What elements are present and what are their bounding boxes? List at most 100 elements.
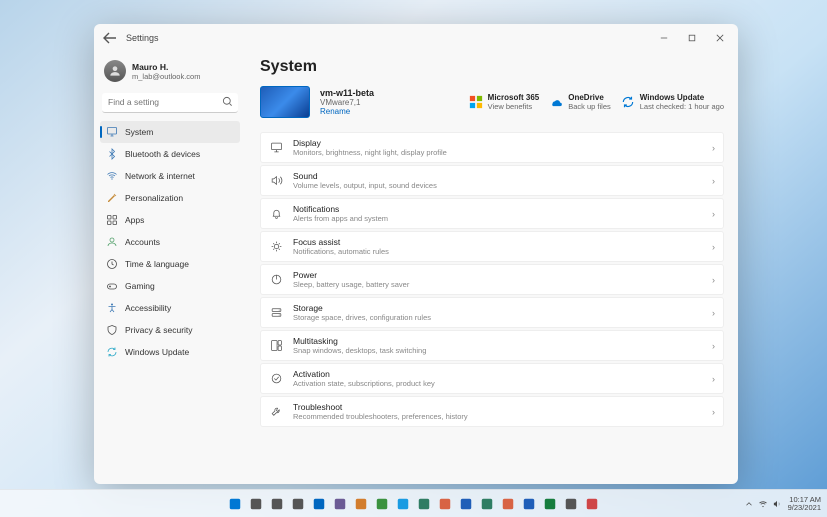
settings-row-notifications[interactable]: NotificationsAlerts from apps and system… xyxy=(260,198,724,229)
sidebar-item-apps[interactable]: Apps xyxy=(100,209,240,231)
accessibility-icon xyxy=(106,302,118,314)
sidebar-item-label: Bluetooth & devices xyxy=(125,149,200,159)
gaming-icon xyxy=(106,280,118,292)
user-name: Mauro H. xyxy=(132,62,200,72)
chevron-right-icon: › xyxy=(712,308,715,318)
sidebar-item-label: Personalization xyxy=(125,193,183,203)
sidebar-item-update[interactable]: Windows Update xyxy=(100,341,240,363)
taskbar-edge-icon[interactable] xyxy=(394,495,412,513)
bluetooth-icon xyxy=(106,148,118,160)
power-icon xyxy=(269,273,283,287)
sidebar-item-personalization[interactable]: Personalization xyxy=(100,187,240,209)
search-icon xyxy=(222,96,233,107)
sidebar-item-label: Gaming xyxy=(125,281,155,291)
user-card[interactable]: Mauro H. m_lab@outlook.com xyxy=(100,56,240,92)
user-email: m_lab@outlook.com xyxy=(132,72,200,81)
taskbar-app-icon[interactable] xyxy=(373,495,391,513)
sidebar: Mauro H. m_lab@outlook.com System Bluetoo… xyxy=(94,52,246,484)
taskbar-app-icon[interactable] xyxy=(499,495,517,513)
hero-tile-m365[interactable]: Microsoft 365View benefits xyxy=(469,93,540,111)
sidebar-item-accessibility[interactable]: Accessibility xyxy=(100,297,240,319)
taskbar-app-icon[interactable] xyxy=(415,495,433,513)
sidebar-item-label: Windows Update xyxy=(125,347,189,357)
sidebar-item-time[interactable]: Time & language xyxy=(100,253,240,275)
network-icon xyxy=(106,170,118,182)
privacy-icon xyxy=(106,324,118,336)
settings-window: Settings Mauro H. m_lab@outlook.com xyxy=(94,24,738,484)
settings-row-sound[interactable]: SoundVolume levels, output, input, sound… xyxy=(260,165,724,196)
taskbar-start-icon[interactable] xyxy=(226,495,244,513)
taskbar-app-icon[interactable] xyxy=(520,495,538,513)
settings-row-activation[interactable]: ActivationActivation state, subscription… xyxy=(260,363,724,394)
sidebar-item-label: Privacy & security xyxy=(125,325,193,335)
taskbar-store-icon[interactable] xyxy=(436,495,454,513)
clock[interactable]: 10:17 AM 9/23/2021 xyxy=(788,496,821,511)
sidebar-item-system[interactable]: System xyxy=(100,121,240,143)
sidebar-item-label: Network & internet xyxy=(125,171,195,181)
storage-icon xyxy=(269,306,283,320)
device-hero: vm-w11-beta VMware7,1 Rename Microsoft 3… xyxy=(260,86,724,118)
sidebar-item-network[interactable]: Network & internet xyxy=(100,165,240,187)
multitask-icon xyxy=(269,339,283,353)
taskbar-app-icon[interactable] xyxy=(541,495,559,513)
close-button[interactable] xyxy=(706,27,734,49)
taskbar: 10:17 AM 9/23/2021 xyxy=(0,489,827,517)
rename-link[interactable]: Rename xyxy=(320,107,374,116)
taskbar-app-icon[interactable] xyxy=(562,495,580,513)
update-icon xyxy=(106,346,118,358)
chevron-right-icon: › xyxy=(712,209,715,219)
titlebar: Settings xyxy=(94,24,738,52)
avatar xyxy=(104,60,126,82)
sidebar-item-gaming[interactable]: Gaming xyxy=(100,275,240,297)
sidebar-item-label: Apps xyxy=(125,215,144,225)
settings-row-focus[interactable]: Focus assistNotifications, automatic rul… xyxy=(260,231,724,262)
sidebar-item-accounts[interactable]: Accounts xyxy=(100,231,240,253)
taskbar-app-icon[interactable] xyxy=(457,495,475,513)
taskbar-widgets-icon[interactable] xyxy=(289,495,307,513)
chevron-up-icon xyxy=(744,499,754,509)
sound-icon xyxy=(269,174,283,188)
sidebar-item-label: Accessibility xyxy=(125,303,171,313)
settings-row-troubleshoot[interactable]: TroubleshootRecommended troubleshooters,… xyxy=(260,396,724,427)
minimize-button[interactable] xyxy=(650,27,678,49)
sidebar-item-label: System xyxy=(125,127,153,137)
settings-list: DisplayMonitors, brightness, night light… xyxy=(260,132,724,427)
taskbar-app-icon[interactable] xyxy=(352,495,370,513)
settings-row-power[interactable]: PowerSleep, battery usage, battery saver… xyxy=(260,264,724,295)
taskbar-app-icon[interactable] xyxy=(478,495,496,513)
chevron-right-icon: › xyxy=(712,341,715,351)
device-name: vm-w11-beta xyxy=(320,88,374,98)
chevron-right-icon: › xyxy=(712,176,715,186)
maximize-button[interactable] xyxy=(678,27,706,49)
settings-row-storage[interactable]: StorageStorage space, drives, configurat… xyxy=(260,297,724,328)
taskbar-explorer-icon[interactable] xyxy=(310,495,328,513)
chevron-right-icon: › xyxy=(712,407,715,417)
search-box[interactable] xyxy=(102,92,238,113)
back-button[interactable] xyxy=(102,30,118,46)
sidebar-item-bluetooth[interactable]: Bluetooth & devices xyxy=(100,143,240,165)
search-input[interactable] xyxy=(102,93,238,113)
chevron-right-icon: › xyxy=(712,143,715,153)
hero-tile-winupdate[interactable]: Windows UpdateLast checked: 1 hour ago xyxy=(621,93,724,111)
personalization-icon xyxy=(106,192,118,204)
system-tray[interactable] xyxy=(744,499,782,509)
taskbar-taskview-icon[interactable] xyxy=(268,495,286,513)
system-icon xyxy=(106,126,118,138)
sidebar-nav: System Bluetooth & devices Network & inter… xyxy=(100,121,240,363)
wallpaper-thumbnail[interactable] xyxy=(260,86,310,118)
window-title: Settings xyxy=(126,33,159,43)
settings-row-display[interactable]: DisplayMonitors, brightness, night light… xyxy=(260,132,724,163)
focus-icon xyxy=(269,240,283,254)
sidebar-item-privacy[interactable]: Privacy & security xyxy=(100,319,240,341)
hero-tile-onedrive[interactable]: OneDriveBack up files xyxy=(549,93,611,111)
network-tray-icon xyxy=(758,499,768,509)
taskbar-search-icon[interactable] xyxy=(247,495,265,513)
settings-row-multitask[interactable]: MultitaskingSnap windows, desktops, task… xyxy=(260,330,724,361)
troubleshoot-icon xyxy=(269,405,283,419)
accounts-icon xyxy=(106,236,118,248)
taskbar-app-icon[interactable] xyxy=(583,495,601,513)
winupdate-icon xyxy=(621,95,635,109)
volume-tray-icon xyxy=(772,499,782,509)
taskbar-settings-icon[interactable] xyxy=(331,495,349,513)
apps-icon xyxy=(106,214,118,226)
